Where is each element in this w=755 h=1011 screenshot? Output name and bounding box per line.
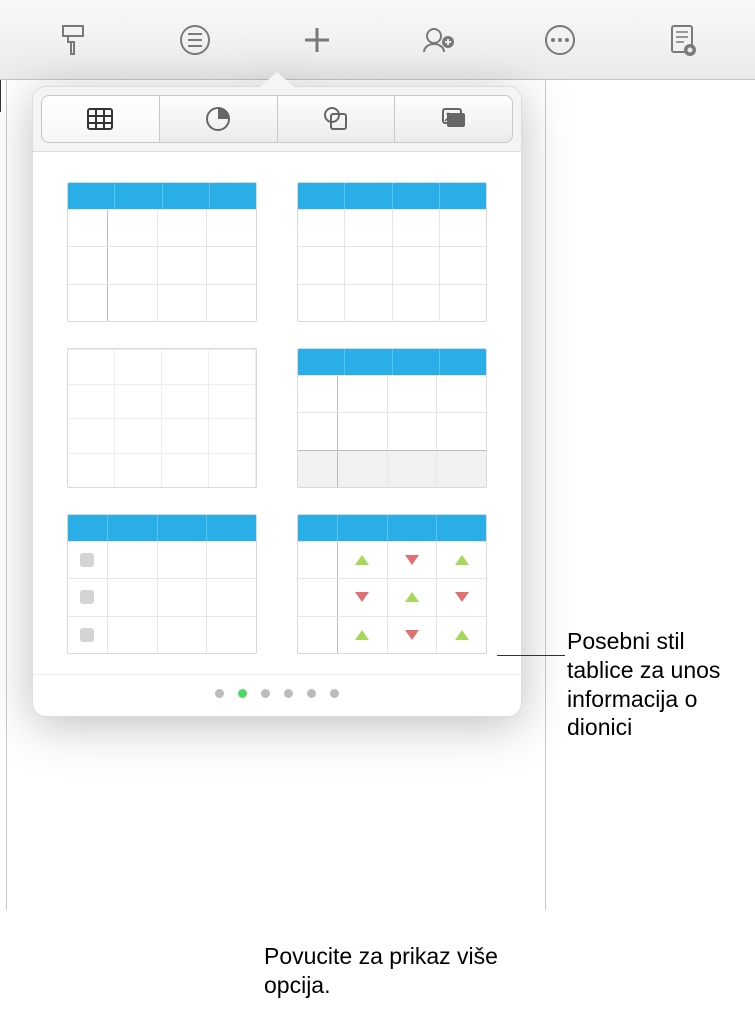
media-icon [440,105,468,133]
triangle-down-icon [405,555,419,565]
page-dot[interactable] [261,689,270,698]
checkbox-icon [80,590,94,604]
table-style-header-plain[interactable] [297,182,487,322]
page-dot[interactable] [307,689,316,698]
triangle-down-icon [455,592,469,602]
page-dot[interactable] [215,689,224,698]
triangle-up-icon [355,555,369,565]
page-dot-active[interactable] [238,689,247,698]
checkbox-icon [80,628,94,642]
triangle-down-icon [355,592,369,602]
callout-leader-line [0,80,1,112]
tab-shape[interactable] [278,95,396,143]
table-styles-grid [33,152,521,674]
more-icon [540,20,580,60]
callout-leader-line [497,655,565,656]
page-dot[interactable] [330,689,339,698]
callout-swipe-hint: Povucite za prikaz više opcija. [264,942,524,1000]
format-brush-icon [53,20,93,60]
table-style-header-footer[interactable] [297,348,487,488]
document-settings-icon [662,20,702,60]
page-dot[interactable] [284,689,293,698]
popover-arrow [259,72,295,88]
table-style-plain[interactable] [67,348,257,488]
triangle-up-icon [455,630,469,640]
collaborate-icon [418,20,458,60]
callout-stock-style: Posebni stil tablice za unos informacija… [567,627,752,742]
triangle-up-icon [405,592,419,602]
insert-popover [32,86,522,717]
shape-icon [322,105,350,133]
tab-table[interactable] [41,95,160,143]
more-button[interactable] [531,11,589,69]
document-settings-button[interactable] [653,11,711,69]
format-button[interactable] [44,11,102,69]
plus-icon [297,20,337,60]
checkbox-icon [80,553,94,567]
insert-category-tabs [33,87,521,152]
table-style-checklist[interactable] [67,514,257,654]
chart-pie-icon [204,105,232,133]
triangle-up-icon [355,630,369,640]
table-style-header-rowcol[interactable] [67,182,257,322]
triangle-up-icon [455,555,469,565]
table-style-stock[interactable] [297,514,487,654]
tab-chart[interactable] [160,95,278,143]
bullets-button[interactable] [166,11,224,69]
page-dots[interactable] [33,674,521,716]
list-bullets-icon [175,20,215,60]
popover-panel [32,86,522,717]
collaborate-button[interactable] [409,11,467,69]
triangle-down-icon [405,630,419,640]
table-icon [86,105,114,133]
insert-button[interactable] [288,11,346,69]
top-toolbar [0,0,755,80]
tab-media[interactable] [395,95,513,143]
